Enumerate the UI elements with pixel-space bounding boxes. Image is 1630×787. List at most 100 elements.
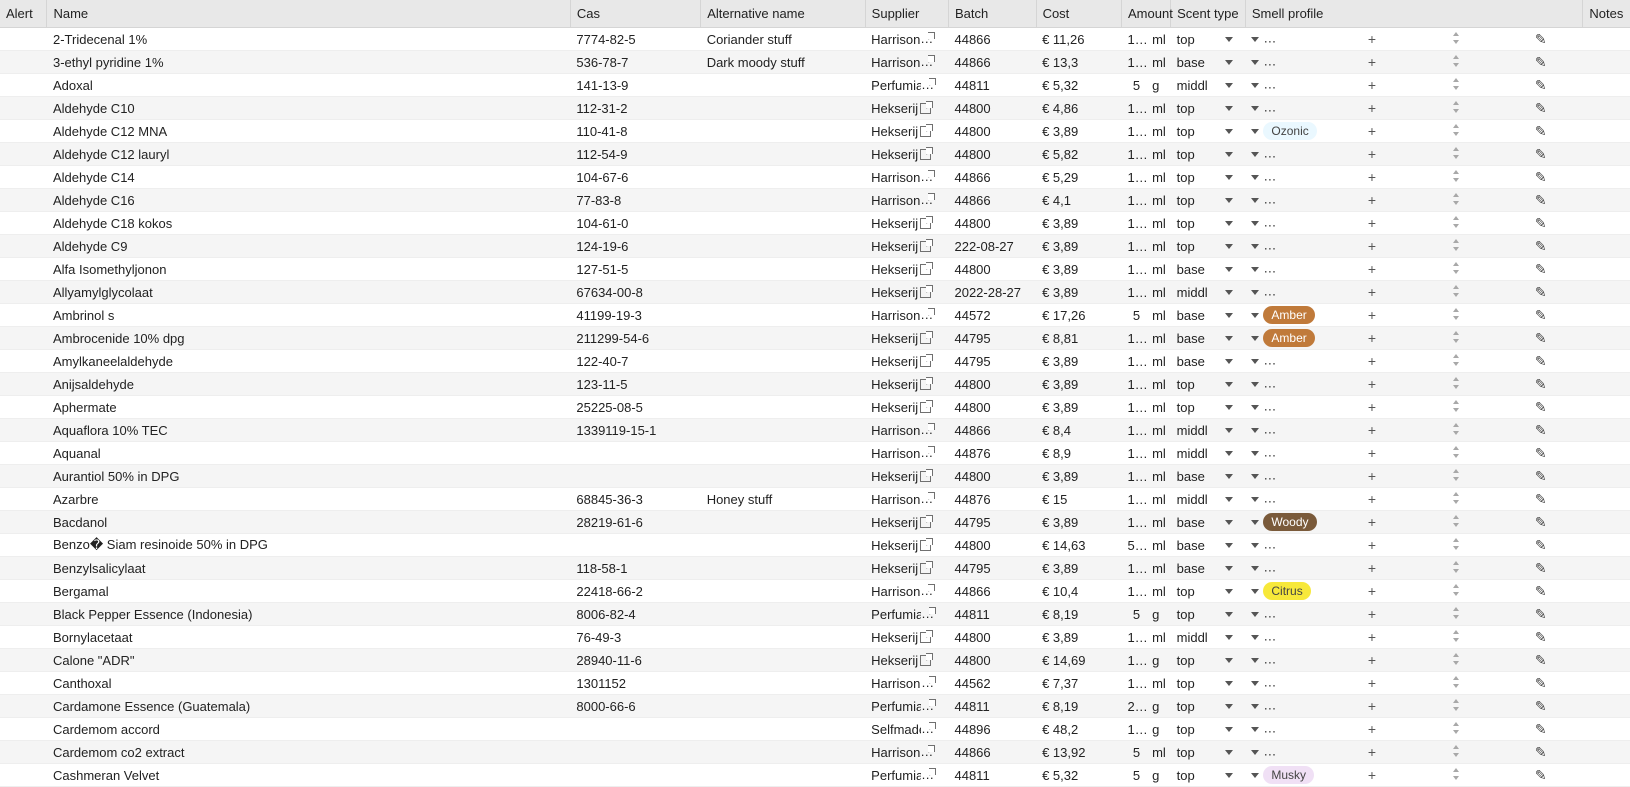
- scent-select[interactable]: top: [1177, 607, 1235, 622]
- amount-cell[interactable]: 10: [1122, 580, 1147, 603]
- cost-cell[interactable]: € 8,19: [1036, 603, 1121, 626]
- altname-cell[interactable]: [701, 281, 865, 304]
- batch-cell[interactable]: 44876: [948, 442, 1036, 465]
- edit-button[interactable]: ✎: [1499, 718, 1583, 741]
- header-cost[interactable]: Cost: [1036, 0, 1121, 28]
- notes-cell[interactable]: [1583, 534, 1630, 557]
- smell-cell[interactable]: CitrusFreshOzonic: [1245, 235, 1329, 258]
- header-amount[interactable]: Amount: [1122, 0, 1171, 28]
- add-tag-button[interactable]: +: [1330, 258, 1414, 281]
- notes-cell[interactable]: [1583, 557, 1630, 580]
- name-cell[interactable]: Cardemom co2 extract: [47, 741, 570, 764]
- batch-cell[interactable]: 44800: [948, 649, 1036, 672]
- unit-cell[interactable]: g: [1146, 74, 1171, 97]
- scent-cell[interactable]: middl: [1171, 281, 1246, 304]
- reorder-handle[interactable]: [1414, 580, 1498, 603]
- edit-button[interactable]: ✎: [1499, 28, 1583, 51]
- edit-button[interactable]: ✎: [1499, 74, 1583, 97]
- edit-button[interactable]: ✎: [1499, 465, 1583, 488]
- altname-cell[interactable]: [701, 258, 865, 281]
- unit-select[interactable]: g: [1152, 768, 1171, 783]
- altname-cell[interactable]: [701, 373, 865, 396]
- add-tag-button[interactable]: +: [1330, 649, 1414, 672]
- header-notes[interactable]: Notes: [1583, 0, 1630, 28]
- cas-cell[interactable]: 536-78-7: [570, 51, 700, 74]
- name-cell[interactable]: Aldehyde C12 lauryl: [47, 143, 570, 166]
- unit-cell[interactable]: ml: [1146, 626, 1171, 649]
- amount-cell[interactable]: 10: [1122, 626, 1147, 649]
- smell-cell[interactable]: SweetRosePowdery: [1245, 258, 1329, 281]
- edit-button[interactable]: ✎: [1499, 557, 1583, 580]
- reorder-handle[interactable]: [1414, 235, 1498, 258]
- scent-select[interactable]: top: [1177, 676, 1235, 691]
- unit-select[interactable]: ml: [1152, 515, 1171, 530]
- altname-cell[interactable]: [701, 97, 865, 120]
- external-link-icon[interactable]: [920, 103, 931, 114]
- chevron-down-icon[interactable]: [1251, 520, 1259, 525]
- batch-cell[interactable]: 44811: [948, 603, 1036, 626]
- scent-select[interactable]: top: [1177, 377, 1235, 392]
- external-link-icon[interactable]: [920, 655, 931, 666]
- cost-cell[interactable]: € 3,89: [1036, 281, 1121, 304]
- name-cell[interactable]: Adoxal: [47, 74, 570, 97]
- unit-cell[interactable]: ml: [1146, 465, 1171, 488]
- batch-cell[interactable]: 44866: [948, 419, 1036, 442]
- add-tag-button[interactable]: +: [1330, 74, 1414, 97]
- edit-button[interactable]: ✎: [1499, 373, 1583, 396]
- name-cell[interactable]: Aldehyde C16: [47, 189, 570, 212]
- name-cell[interactable]: Bergamal: [47, 580, 570, 603]
- altname-cell[interactable]: [701, 672, 865, 695]
- cas-cell[interactable]: 67634-00-8: [570, 281, 700, 304]
- name-cell[interactable]: Azarbre: [47, 488, 570, 511]
- chevron-down-icon[interactable]: [1251, 198, 1259, 203]
- chevron-down-icon[interactable]: [1251, 221, 1259, 226]
- name-cell[interactable]: 3-ethyl pyridine 1%: [47, 51, 570, 74]
- cas-cell[interactable]: 77-83-8: [570, 189, 700, 212]
- chevron-down-icon[interactable]: [1251, 681, 1259, 686]
- supplier-cell[interactable]: Perfumiarz: [865, 764, 948, 787]
- name-cell[interactable]: Aldehyde C14: [47, 166, 570, 189]
- batch-cell[interactable]: 44800: [948, 212, 1036, 235]
- reorder-handle[interactable]: [1414, 465, 1498, 488]
- supplier-cell[interactable]: Hekserij: [865, 626, 948, 649]
- header-alt[interactable]: Alternative name: [701, 0, 865, 28]
- batch-cell[interactable]: 44866: [948, 580, 1036, 603]
- cas-cell[interactable]: 104-67-6: [570, 166, 700, 189]
- unit-select[interactable]: g: [1152, 722, 1171, 737]
- reorder-handle[interactable]: [1414, 718, 1498, 741]
- notes-cell[interactable]: [1583, 741, 1630, 764]
- batch-cell[interactable]: 44811: [948, 764, 1036, 787]
- add-tag-button[interactable]: +: [1330, 120, 1414, 143]
- unit-cell[interactable]: g: [1146, 649, 1171, 672]
- notes-cell[interactable]: [1583, 488, 1630, 511]
- scent-cell[interactable]: top: [1171, 189, 1246, 212]
- cas-cell[interactable]: 28219-61-6: [570, 511, 700, 534]
- unit-cell[interactable]: ml: [1146, 189, 1171, 212]
- smell-tag[interactable]: Rose: [1316, 260, 1330, 278]
- altname-cell[interactable]: [701, 143, 865, 166]
- smell-tag[interactable]: Powdery: [1312, 490, 1329, 508]
- altname-cell[interactable]: Honey stuff: [701, 488, 865, 511]
- notes-cell[interactable]: [1583, 419, 1630, 442]
- chevron-down-icon[interactable]: [1251, 405, 1259, 410]
- smell-cell[interactable]: SweetOrange: [1245, 465, 1329, 488]
- scent-cell[interactable]: base: [1171, 51, 1246, 74]
- batch-cell[interactable]: 44811: [948, 74, 1036, 97]
- external-link-icon[interactable]: [920, 356, 931, 367]
- cost-cell[interactable]: € 3,89: [1036, 511, 1121, 534]
- edit-button[interactable]: ✎: [1499, 281, 1583, 304]
- smell-tag[interactable]: Orange: [1316, 467, 1330, 485]
- cost-cell[interactable]: € 4,86: [1036, 97, 1121, 120]
- name-cell[interactable]: Aldehyde C9: [47, 235, 570, 258]
- cas-cell[interactable]: 123-11-5: [570, 373, 700, 396]
- cas-cell[interactable]: 68845-36-3: [570, 488, 700, 511]
- smell-cell[interactable]: White floralAquatic: [1245, 419, 1329, 442]
- batch-cell[interactable]: 44562: [948, 672, 1036, 695]
- edit-button[interactable]: ✎: [1499, 120, 1583, 143]
- cas-cell[interactable]: 1339119-15-1: [570, 419, 700, 442]
- amount-cell[interactable]: 2,5: [1122, 695, 1147, 718]
- scent-select[interactable]: middl: [1177, 630, 1235, 645]
- add-tag-button[interactable]: +: [1330, 373, 1414, 396]
- scent-select[interactable]: middl: [1177, 285, 1235, 300]
- add-tag-button[interactable]: +: [1330, 764, 1414, 787]
